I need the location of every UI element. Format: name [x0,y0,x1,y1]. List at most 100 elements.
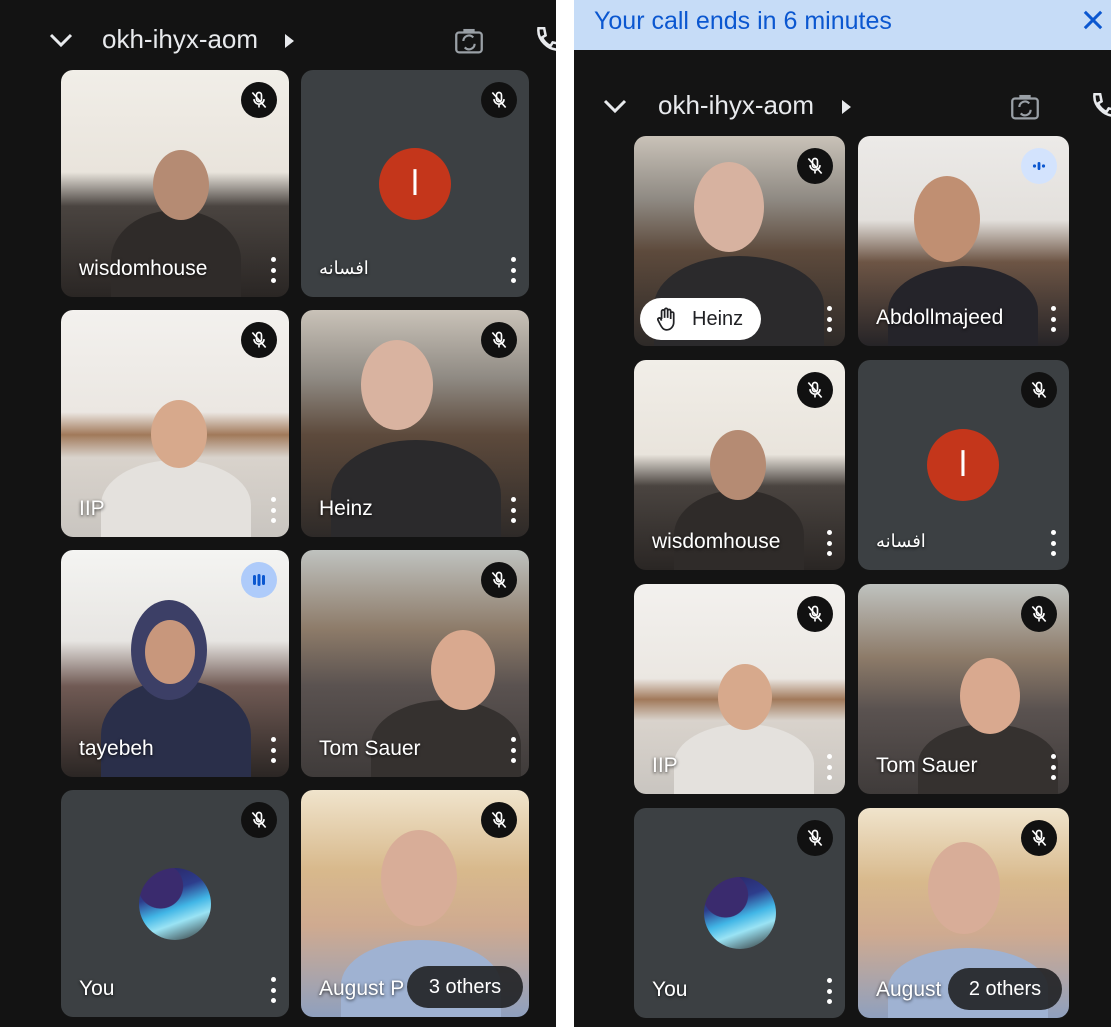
participant-name: wisdomhouse [652,530,781,553]
participant-initial: ا [379,148,451,220]
left-call-screen: okh-ihyx-aom wisdomhouse ا افسانه IIP He… [0,0,556,1027]
others-count-pill[interactable]: 3 others [407,966,523,1008]
mic-off-icon [797,372,833,408]
speaking-indicator-icon [241,562,277,598]
participant-face [710,430,766,500]
participant-name: wisdomhouse [79,257,208,280]
mic-off-icon [481,82,517,118]
participant-face [694,162,764,252]
participant-tile[interactable]: You [61,790,289,1017]
phone-icon[interactable] [1086,90,1111,124]
more-options-icon[interactable] [825,530,833,556]
participant-name: Heinz [692,307,744,330]
phone-icon[interactable] [530,24,556,58]
participant-tile[interactable]: IIP [634,584,845,794]
more-options-icon[interactable] [509,257,517,283]
participant-video [674,724,814,794]
participant-face [381,830,457,926]
participant-tile[interactable]: August P 3 others [301,790,529,1017]
participant-face [151,400,207,468]
participant-tile[interactable]: wisdomhouse [61,70,289,297]
mic-off-icon [241,82,277,118]
play-arrow-icon[interactable] [842,100,851,114]
participant-face [153,150,209,220]
screenshot-divider [556,0,574,1027]
call-header: okh-ihyx-aom [0,10,556,70]
participant-tile[interactable]: Heinz [634,136,845,346]
right-call-screen: Your call ends in 6 minutes okh-ihyx-aom… [574,0,1111,1027]
participant-face [361,340,433,430]
more-options-icon[interactable] [1049,306,1057,332]
speaking-indicator-icon [1021,148,1057,184]
participant-face [718,664,772,730]
participant-tile[interactable]: ا افسانه [301,70,529,297]
participant-video [111,210,241,297]
mic-off-icon [1021,820,1057,856]
participant-video [101,460,251,537]
flip-camera-icon[interactable] [452,24,486,58]
more-options-icon[interactable] [269,497,277,523]
mic-off-icon [481,322,517,358]
participant-tile[interactable]: Heinz [301,310,529,537]
others-count-pill[interactable]: 2 others [948,968,1062,1010]
more-options-icon[interactable] [269,257,277,283]
mic-off-icon [241,802,277,838]
more-options-icon[interactable] [509,497,517,523]
call-ending-banner: Your call ends in 6 minutes [574,0,1111,50]
mic-off-icon [241,322,277,358]
participant-name: Tom Sauer [876,754,978,777]
more-options-icon[interactable] [1049,754,1057,780]
participant-initial: ا [927,429,999,501]
mic-off-icon [1021,372,1057,408]
raised-hand-pill: Heinz [640,298,762,340]
participant-name: IIP [79,497,105,520]
mic-off-icon [797,148,833,184]
participant-tile[interactable]: wisdomhouse [634,360,845,570]
more-options-icon[interactable] [269,737,277,763]
self-avatar [139,868,211,940]
more-options-icon[interactable] [269,977,277,1003]
participant-tile[interactable]: August 2 others [858,808,1069,1018]
more-options-icon[interactable] [825,978,833,1004]
participant-tile[interactable]: You [634,808,845,1018]
participant-tile[interactable]: Abdollmajeed [858,136,1069,346]
close-icon[interactable] [1079,6,1107,34]
chevron-down-icon[interactable] [46,25,76,55]
participant-name: افسانه [876,531,926,551]
participant-tile[interactable]: tayebeh [61,550,289,777]
participant-name: August [876,978,942,1001]
participant-face [431,630,495,710]
participant-name: You [79,977,115,1000]
more-options-icon[interactable] [825,306,833,332]
meeting-name[interactable]: okh-ihyx-aom [102,24,258,55]
play-arrow-icon[interactable] [285,34,294,48]
participant-name: IIP [652,754,678,777]
chevron-down-icon[interactable] [600,91,630,121]
more-options-icon[interactable] [509,737,517,763]
more-options-icon[interactable] [1049,530,1057,556]
mic-off-icon [481,562,517,598]
participant-face [960,658,1020,734]
participant-name: Heinz [319,497,373,520]
participant-name: افسانه [319,258,369,278]
participant-face [914,176,980,262]
participant-tile[interactable]: Tom Sauer [301,550,529,777]
meeting-name[interactable]: okh-ihyx-aom [658,90,814,121]
participant-face [928,842,1000,934]
participant-tile[interactable]: Tom Sauer [858,584,1069,794]
mic-off-icon [797,820,833,856]
call-header: okh-ihyx-aom [574,76,1111,136]
participant-tile[interactable]: IIP [61,310,289,537]
raised-hand-icon [657,307,675,331]
more-options-icon[interactable] [825,754,833,780]
participant-face [145,620,195,684]
call-ending-text: Your call ends in 6 minutes [594,7,892,35]
self-avatar [704,877,776,949]
participant-tile[interactable]: ا افسانه [858,360,1069,570]
flip-camera-icon[interactable] [1008,90,1042,124]
participant-name: You [652,978,688,1001]
participant-name: Abdollmajeed [876,306,1004,329]
participant-name: Tom Sauer [319,737,421,760]
participant-name: tayebeh [79,737,154,760]
participant-video [331,440,501,537]
